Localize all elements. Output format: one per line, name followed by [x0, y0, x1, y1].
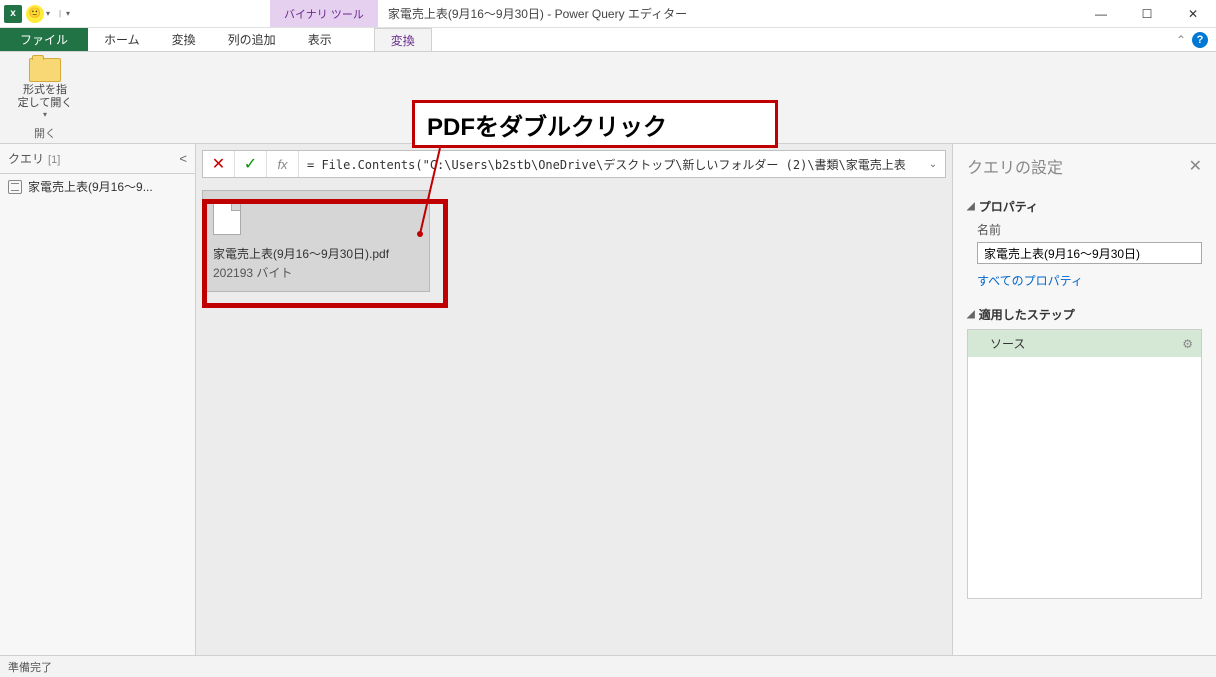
- name-label: 名前: [977, 221, 1202, 238]
- ribbon-collapse-icon[interactable]: ⌃: [1176, 33, 1186, 47]
- steps-section-header[interactable]: ◢ 適用したステップ: [967, 306, 1202, 323]
- all-properties-link[interactable]: すべてのプロパティ: [977, 272, 1083, 289]
- queries-count: [1]: [48, 154, 60, 166]
- tab-add-column[interactable]: 列の追加: [212, 28, 292, 51]
- collapse-arrow-icon: ◢: [967, 201, 975, 212]
- query-item-label: 家電売上表(9月16～9...: [28, 178, 153, 195]
- tab-file[interactable]: ファイル: [0, 28, 88, 51]
- queries-title: クエリ: [8, 150, 44, 167]
- open-as-button[interactable]: 形式を指 定して開く ▾: [18, 58, 73, 119]
- file-name: 家電売上表(9月16～9月30日).pdf: [213, 245, 419, 262]
- formula-confirm-button[interactable]: ✓: [235, 151, 267, 177]
- tab-transform[interactable]: 変換: [156, 28, 212, 51]
- annotation-text: PDFをダブルクリック: [427, 107, 667, 142]
- gear-icon[interactable]: ⚙: [1182, 337, 1193, 351]
- properties-section-header[interactable]: ◢ プロパティ: [967, 198, 1202, 215]
- help-icon[interactable]: ?: [1192, 32, 1208, 48]
- ribbon-group-label: 開く: [34, 125, 56, 141]
- excel-app-icon[interactable]: x: [4, 5, 22, 23]
- folder-icon: [29, 58, 61, 82]
- tab-context-transform[interactable]: 変換: [374, 28, 432, 51]
- main-area: クエリ [1] < 家電売上表(9月16～9... ✕ ✓ fx = File.…: [0, 144, 1216, 655]
- queries-header: クエリ [1] <: [0, 144, 195, 174]
- file-icon: [213, 201, 241, 235]
- collapse-arrow-icon: ◢: [967, 309, 975, 320]
- settings-close-icon[interactable]: ✕: [1189, 156, 1202, 176]
- qat-dropdown-icon[interactable]: ▾: [46, 9, 50, 18]
- query-settings-pane: クエリの設定 ✕ ◢ プロパティ 名前 すべてのプロパティ ◢ 適用したステップ…: [952, 144, 1216, 655]
- annotation-callout: PDFをダブルクリック: [412, 100, 778, 148]
- qat-overflow-icon[interactable]: ▾: [66, 9, 70, 18]
- titlebar: x 🙂 ▾ | ▾ バイナリ ツール 家電売上表(9月16～9月30日) - P…: [0, 0, 1216, 28]
- qat: x 🙂 ▾ | ▾: [0, 5, 70, 23]
- dropdown-icon: ▾: [43, 110, 47, 119]
- maximize-button[interactable]: ☐: [1124, 0, 1170, 28]
- step-label: ソース: [976, 335, 1025, 352]
- steps-section-label: 適用したステップ: [979, 306, 1075, 323]
- content-area: ✕ ✓ fx = File.Contents("C:\Users\b2stb\O…: [196, 144, 952, 655]
- binary-tools-context-label: バイナリ ツール: [270, 0, 378, 27]
- step-item[interactable]: ソース ⚙: [968, 330, 1201, 357]
- queries-pane: クエリ [1] < 家電売上表(9月16～9...: [0, 144, 196, 655]
- formula-input[interactable]: = File.Contents("C:\Users\b2stb\OneDrive…: [299, 156, 921, 173]
- statusbar: 準備完了: [0, 655, 1216, 677]
- properties-section-body: 名前 すべてのプロパティ: [967, 215, 1202, 300]
- applied-steps-list: ソース ⚙: [967, 329, 1202, 599]
- settings-title: クエリの設定: [967, 154, 1063, 178]
- query-name-input[interactable]: [977, 242, 1202, 264]
- queries-collapse-icon[interactable]: <: [179, 151, 187, 166]
- tab-view[interactable]: 表示: [292, 28, 348, 51]
- window-controls: — ☐ ✕: [1078, 0, 1216, 28]
- formula-bar: ✕ ✓ fx = File.Contents("C:\Users\b2stb\O…: [202, 150, 946, 178]
- file-size: 202193 バイト: [213, 264, 419, 281]
- window-title: 家電売上表(9月16～9月30日) - Power Query エディター: [378, 5, 1078, 22]
- smiley-icon[interactable]: 🙂: [26, 5, 44, 23]
- ribbon-tabs: ファイル ホーム 変換 列の追加 表示 変換 ⌃ ?: [0, 28, 1216, 52]
- minimize-button[interactable]: —: [1078, 0, 1124, 28]
- formula-expand-icon[interactable]: ⌄: [921, 159, 945, 170]
- table-icon: [8, 180, 22, 194]
- ribbon-group-open: 形式を指 定して開く ▾ 開く: [10, 58, 80, 141]
- status-text: 準備完了: [8, 659, 52, 675]
- binary-file-card[interactable]: 家電売上表(9月16～9月30日).pdf 202193 バイト: [202, 190, 430, 292]
- qat-separator: |: [56, 6, 64, 22]
- properties-section-label: プロパティ: [979, 198, 1038, 215]
- open-as-label: 形式を指 定して開く: [18, 84, 73, 110]
- close-button[interactable]: ✕: [1170, 0, 1216, 28]
- formula-cancel-button[interactable]: ✕: [203, 151, 235, 177]
- formula-fx-icon[interactable]: fx: [267, 151, 299, 177]
- query-item[interactable]: 家電売上表(9月16～9...: [0, 174, 195, 199]
- file-area: 家電売上表(9月16～9月30日).pdf 202193 バイト: [196, 184, 952, 655]
- tab-home[interactable]: ホーム: [88, 28, 156, 51]
- settings-header: クエリの設定 ✕: [967, 154, 1202, 178]
